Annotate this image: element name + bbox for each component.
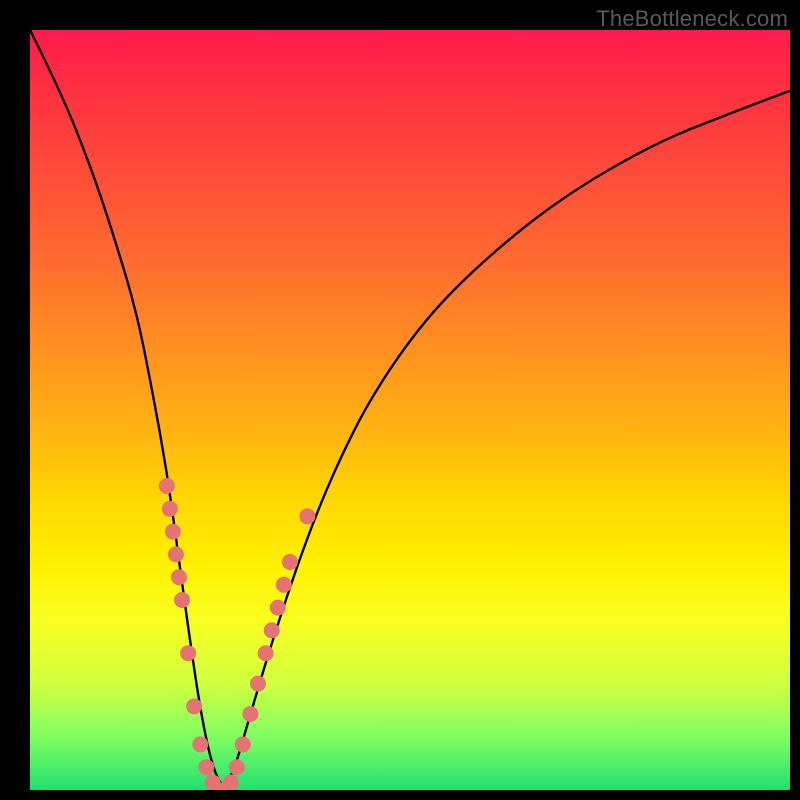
curve-marker [180, 645, 196, 661]
curve-marker [168, 546, 184, 562]
curve-marker [282, 554, 298, 570]
watermark-text: TheBottleneck.com [596, 6, 788, 32]
curve-markers [159, 478, 316, 790]
curve-marker [299, 508, 315, 524]
bottleneck-curve [30, 30, 790, 784]
curve-marker [223, 774, 239, 790]
curve-marker [276, 577, 292, 593]
plot-area [30, 30, 790, 790]
curve-marker [264, 622, 280, 638]
curve-marker [250, 676, 266, 692]
curve-marker [159, 478, 175, 494]
curve-marker [258, 645, 274, 661]
curve-marker [235, 736, 251, 752]
curve-marker [198, 759, 214, 775]
chart-svg [30, 30, 790, 790]
curve-marker [174, 592, 190, 608]
curve-marker [165, 524, 181, 540]
curve-marker [270, 600, 286, 616]
curve-marker [192, 736, 208, 752]
curve-marker [162, 501, 178, 517]
chart-frame: TheBottleneck.com [0, 0, 800, 800]
curve-marker [242, 706, 258, 722]
curve-marker [186, 698, 202, 714]
curve-marker [171, 569, 187, 585]
curve-marker [229, 759, 245, 775]
